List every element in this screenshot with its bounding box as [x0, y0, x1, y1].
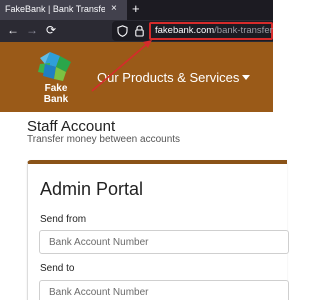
page-subtitle: Transfer money between accounts: [27, 134, 181, 145]
new-tab-icon[interactable]: +: [132, 1, 140, 17]
close-icon[interactable]: ×: [111, 3, 117, 15]
url-text[interactable]: fakebank.com/bank-transfer: [155, 25, 273, 36]
url-path: /bank-transfer: [214, 25, 273, 36]
page-title: Staff Account: [27, 118, 116, 135]
back-arrow-icon[interactable]: ←: [7, 22, 19, 38]
bank-logo-icon[interactable]: [36, 50, 74, 84]
products-services-menu[interactable]: Our Products & Services: [97, 70, 251, 85]
browser-tab-bar: FakeBank | Bank Transfer × +: [0, 0, 273, 20]
caret-down-icon: [242, 75, 251, 81]
site-header: Fake Bank Our Products & Services: [0, 42, 273, 112]
send-to-input[interactable]: [39, 280, 289, 300]
logo-text: Fake Bank: [43, 83, 69, 105]
browser-tab[interactable]: FakeBank | Bank Transfer ×: [0, 0, 127, 20]
shield-icon[interactable]: [117, 25, 128, 37]
menu-label: Our Products & Services: [97, 70, 240, 85]
forward-arrow-icon[interactable]: →: [26, 22, 38, 38]
address-bar[interactable]: fakebank.com/bank-transfer: [112, 21, 273, 41]
send-from-label: Send from: [40, 214, 87, 225]
tab-title: FakeBank | Bank Transfer: [5, 4, 105, 14]
reload-icon[interactable]: ⟳: [46, 22, 56, 38]
url-host: fakebank.com: [155, 25, 215, 36]
send-to-label: Send to: [40, 263, 75, 274]
lock-icon[interactable]: [134, 25, 145, 37]
card-heading: Admin Portal: [40, 179, 144, 199]
browser-nav-bar: ← → ⟳ fakebank.com/bank-transfer: [0, 20, 273, 42]
admin-portal-card: Admin Portal Send from Send to: [27, 160, 289, 300]
send-from-input[interactable]: [39, 230, 289, 254]
